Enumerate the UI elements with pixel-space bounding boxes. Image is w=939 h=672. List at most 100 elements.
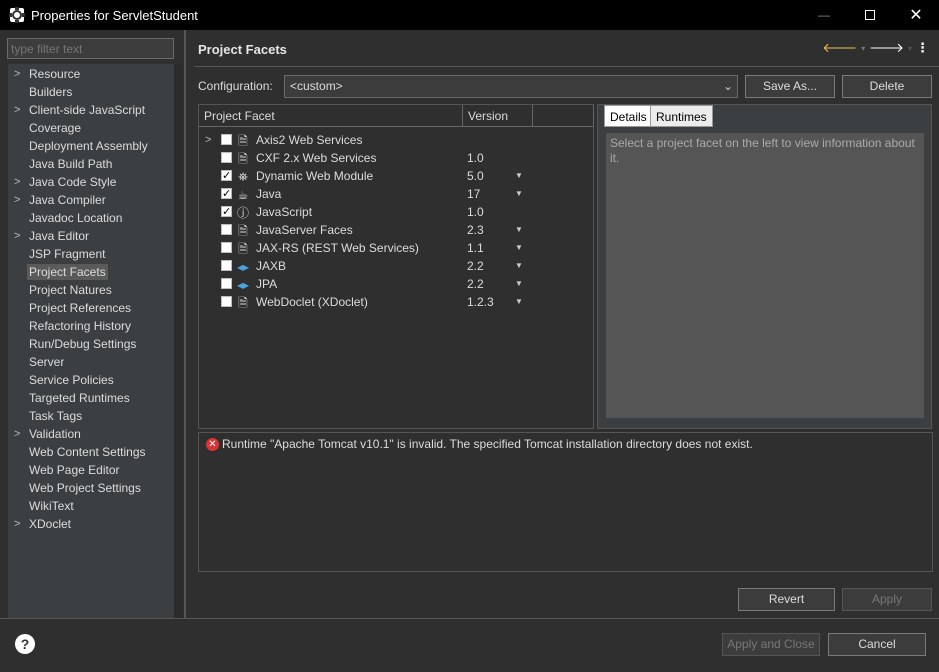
close-icon: ✕	[909, 7, 923, 24]
cancel-button[interactable]: Cancel	[828, 633, 926, 656]
facet-checkbox[interactable]	[221, 224, 232, 235]
sidebar-item[interactable]: Service Policies	[9, 371, 174, 389]
sidebar-item[interactable]: > Client-side JavaScript	[9, 101, 174, 119]
tab-details[interactable]: Details	[604, 105, 653, 127]
facet-row[interactable]: ☕ Java 17 ▼	[199, 185, 594, 203]
facet-checkbox[interactable]	[221, 167, 232, 185]
close-button[interactable]: ✕	[893, 0, 939, 30]
facet-checkbox[interactable]	[221, 260, 232, 271]
sidebar-item[interactable]: Targeted Runtimes	[9, 389, 174, 407]
chevron-right-icon[interactable]: >	[14, 101, 20, 119]
sidebar-item[interactable]: Web Content Settings	[9, 443, 174, 461]
apply-button[interactable]: Apply	[842, 588, 932, 611]
facet-version[interactable]: 1.2.3	[467, 293, 494, 311]
back-arrow-icon[interactable]: 🡐	[822, 40, 857, 56]
sidebar-item-label: WikiText	[29, 499, 74, 513]
chevron-right-icon[interactable]: >	[14, 65, 20, 83]
sidebar-item[interactable]: JSP Fragment	[9, 245, 174, 263]
facet-name: CXF 2.x Web Services	[256, 151, 377, 165]
facet-row[interactable]: 🗎 CXF 2.x Web Services 1.0	[199, 149, 594, 167]
facet-version[interactable]: 2.2	[467, 257, 484, 275]
facet-checkbox[interactable]	[221, 278, 232, 289]
revert-button[interactable]: Revert	[738, 588, 835, 611]
apply-and-close-button[interactable]: Apply and Close	[722, 633, 820, 656]
version-dropdown-icon[interactable]: ▼	[515, 185, 523, 203]
sidebar-item[interactable]: Server	[9, 353, 174, 371]
facet-checkbox[interactable]	[221, 152, 232, 163]
sidebar-item[interactable]: Refactoring History	[9, 317, 174, 335]
minimize-button[interactable]: —	[801, 0, 847, 30]
sidebar-item[interactable]: > Validation	[9, 425, 174, 443]
facet-version[interactable]: 1.0	[467, 149, 484, 167]
chevron-right-icon[interactable]: >	[14, 191, 20, 209]
facet-version[interactable]: 5.0	[467, 167, 484, 185]
facet-name: JAX-RS (REST Web Services)	[256, 241, 419, 255]
view-menu-icon[interactable]: ⋮	[916, 40, 929, 56]
sidebar-item[interactable]: Project References	[9, 299, 174, 317]
sidebar-item[interactable]: Builders	[9, 83, 174, 101]
tab-runtimes[interactable]: Runtimes	[650, 105, 713, 127]
version-dropdown-icon[interactable]: ▼	[515, 257, 523, 275]
sidebar-item[interactable]: > Java Code Style	[9, 173, 174, 191]
back-menu-chevron-icon[interactable]: ▾	[861, 44, 865, 53]
chevron-right-icon[interactable]: >	[14, 227, 20, 245]
facet-row[interactable]: > 🗎 Axis2 Web Services	[199, 131, 594, 149]
delete-button[interactable]: Delete	[842, 75, 932, 98]
sidebar-item[interactable]: Task Tags	[9, 407, 174, 425]
configuration-select[interactable]: <custom> ⌄	[284, 75, 738, 98]
facet-checkbox[interactable]	[221, 203, 232, 221]
sidebar-item-label: Java Build Path	[29, 157, 113, 171]
window-title: Properties for ServletStudent	[31, 7, 198, 23]
filter-input[interactable]	[7, 38, 174, 59]
sidebar-item[interactable]: Coverage	[9, 119, 174, 137]
facet-row[interactable]: 🗎 JAX-RS (REST Web Services) 1.1 ▼	[199, 239, 594, 257]
sidebar-item[interactable]: > Java Compiler	[9, 191, 174, 209]
save-as-button[interactable]: Save As...	[745, 75, 835, 98]
facet-row[interactable]: ⛯ Dynamic Web Module 5.0 ▼	[199, 167, 594, 185]
sidebar-item[interactable]: > XDoclet	[9, 515, 174, 533]
facet-row[interactable]: ◂▸ JAXB 2.2 ▼	[199, 257, 594, 275]
facet-checkbox[interactable]	[221, 296, 232, 307]
sidebar-item[interactable]: Web Page Editor	[9, 461, 174, 479]
facet-row[interactable]: 🗎 WebDoclet (XDoclet) 1.2.3 ▼	[199, 293, 594, 311]
version-dropdown-icon[interactable]: ▼	[515, 221, 523, 239]
facet-row[interactable]: ◂▸ JPA 2.2 ▼	[199, 275, 594, 293]
chevron-right-icon[interactable]: >	[14, 173, 20, 191]
version-dropdown-icon[interactable]: ▼	[515, 239, 523, 257]
facet-row[interactable]: 🗎 JavaServer Faces 2.3 ▼	[199, 221, 594, 239]
sidebar-item[interactable]: > Java Editor	[9, 227, 174, 245]
sidebar-item-label: Java Code Style	[29, 175, 117, 189]
forward-arrow-icon[interactable]: 🡒	[869, 40, 904, 56]
facet-row[interactable]: ⓙ JavaScript 1.0	[199, 203, 594, 221]
chevron-right-icon[interactable]: >	[14, 515, 20, 533]
sidebar-item[interactable]: Deployment Assembly	[9, 137, 174, 155]
chevron-right-icon[interactable]: >	[14, 425, 20, 443]
forward-menu-chevron-icon[interactable]: ▾	[908, 44, 912, 53]
version-dropdown-icon[interactable]: ▼	[515, 167, 523, 185]
maximize-button[interactable]	[847, 0, 893, 30]
facet-checkbox[interactable]	[221, 185, 232, 203]
sidebar-item[interactable]: Project Facets	[9, 263, 174, 281]
facet-version[interactable]: 1.0	[467, 203, 484, 221]
sidebar-item[interactable]: WikiText	[9, 497, 174, 515]
sidebar-item[interactable]: Run/Debug Settings	[9, 335, 174, 353]
help-icon[interactable]: ?	[15, 634, 35, 654]
facet-version[interactable]: 17	[467, 185, 480, 203]
sidebar-item-label: XDoclet	[29, 517, 72, 531]
facet-version[interactable]: 2.3	[467, 221, 484, 239]
version-dropdown-icon[interactable]: ▼	[515, 275, 523, 293]
sidebar-item[interactable]: Javadoc Location	[9, 209, 174, 227]
column-header-facet[interactable]: Project Facet	[199, 105, 463, 127]
version-dropdown-icon[interactable]: ▼	[515, 293, 523, 311]
facet-version[interactable]: 2.2	[467, 275, 484, 293]
tree-scrollbar[interactable]	[174, 64, 182, 618]
chevron-right-icon[interactable]: >	[205, 131, 211, 149]
sidebar-item[interactable]: > Resource	[9, 65, 174, 83]
facet-checkbox[interactable]	[221, 134, 232, 145]
sidebar-item[interactable]: Web Project Settings	[9, 479, 174, 497]
facet-checkbox[interactable]	[221, 242, 232, 253]
sidebar-item[interactable]: Java Build Path	[9, 155, 174, 173]
sidebar-item[interactable]: Project Natures	[9, 281, 174, 299]
facet-version[interactable]: 1.1	[467, 239, 484, 257]
column-header-version[interactable]: Version	[463, 105, 533, 127]
